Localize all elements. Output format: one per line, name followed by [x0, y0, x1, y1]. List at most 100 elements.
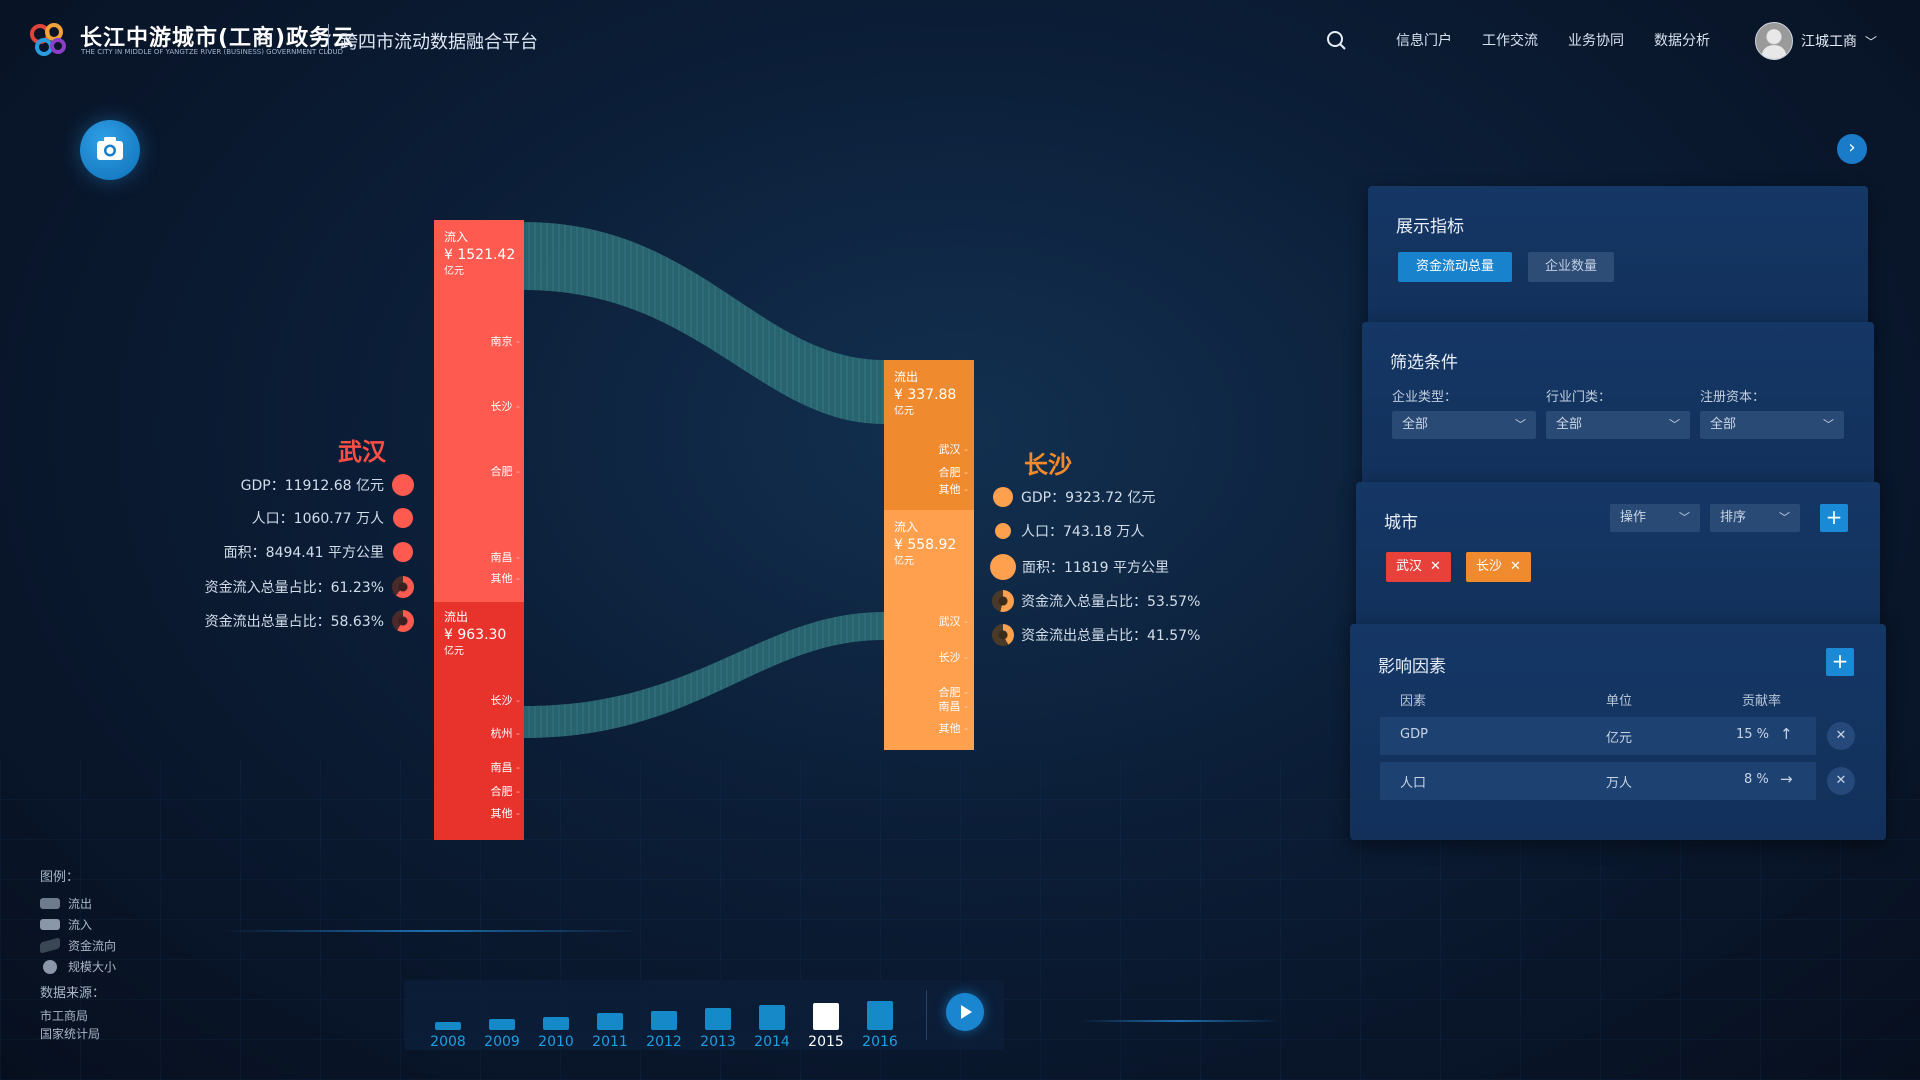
trend-right-icon: →	[1780, 770, 1793, 788]
add-city-button[interactable]: +	[1820, 504, 1848, 532]
wuhan-outflow-tick: 杭州	[470, 725, 520, 741]
year-timeline: 2008 2009 2010 2011 2012 2013 2014 2015 …	[404, 980, 1004, 1050]
wuhan-inflow-tick: 合肥	[470, 463, 520, 479]
industry-select[interactable]: 全部 ﹀	[1546, 411, 1690, 439]
changsha-inflow-label: 流入 ¥ 558.92 亿元	[894, 520, 957, 567]
play-button[interactable]	[946, 993, 984, 1031]
size-dot	[995, 523, 1011, 539]
field-label: 行业门类：	[1546, 390, 1612, 405]
timeline-year[interactable]: 2013	[691, 1008, 745, 1050]
size-dot	[993, 487, 1013, 507]
ratio-ring-icon	[392, 576, 414, 598]
data-source: 数据来源： 市工商局 国家统计局	[40, 985, 105, 1043]
trend-up-icon: ↑	[1780, 725, 1793, 743]
enterprise-count-button[interactable]: 企业数量	[1528, 252, 1615, 282]
wuhan-inflow-tick: 南昌	[470, 549, 520, 565]
year-bar	[435, 1022, 461, 1030]
panel-title: 筛选条件	[1390, 353, 1458, 373]
year-bar	[705, 1008, 731, 1030]
operation-select[interactable]: 操作 ﹀	[1610, 504, 1700, 532]
close-icon[interactable]: ✕	[1510, 559, 1521, 574]
cell-unit: 亿元	[1606, 731, 1633, 746]
field-label: 企业类型：	[1392, 390, 1458, 405]
cell-rate: 8 %	[1744, 772, 1769, 787]
changsha-stat-outflow-share: 资金流出总量占比：41.57%	[992, 624, 1200, 646]
wuhan-stat-outflow-share: 资金流出总量占比：58.63%	[205, 610, 414, 632]
year-bar	[813, 1003, 839, 1030]
enterprise-type-select[interactable]: 全部 ﹀	[1392, 411, 1536, 439]
chevron-down-icon: ﹀	[1823, 418, 1834, 431]
add-factor-button[interactable]: +	[1826, 648, 1854, 676]
ratio-ring-icon	[392, 610, 414, 632]
chevron-down-icon: ﹀	[1669, 418, 1680, 431]
city-panel: 城市 操作 ﹀ 排序 ﹀ + 武汉 ✕ 长沙 ✕	[1356, 482, 1880, 632]
flow-ribbon-changsha-to-wuhan	[524, 612, 884, 738]
table-header-rate: 贡献率	[1742, 694, 1782, 709]
size-dot	[393, 542, 413, 562]
legend: 图例： 流出 流入 资金流向 规模大小	[40, 866, 116, 977]
legend-item: 流入	[40, 914, 116, 935]
wuhan-stat-area: 面积：8494.41 平方公里	[224, 542, 414, 562]
legend-item: 流出	[40, 893, 116, 914]
table-row[interactable]: GDP 亿元 15 % ↑	[1380, 717, 1816, 755]
flow-ribbon-wuhan-to-changsha	[524, 222, 884, 424]
timeline-year[interactable]: 2009	[475, 1019, 529, 1050]
source-title: 数据来源：	[40, 986, 106, 1001]
legend-size-dot	[43, 959, 57, 974]
changsha-inflow-tick: 武汉	[918, 613, 968, 629]
wuhan-city-name: 武汉	[338, 438, 386, 466]
changsha-stat-gdp: GDP：9323.72 亿元	[992, 487, 1155, 507]
changsha-stat-population: 人口：743.18 万人	[992, 521, 1144, 541]
changsha-inflow-tick: 南昌	[918, 698, 968, 714]
close-icon[interactable]: ✕	[1430, 559, 1441, 574]
changsha-outflow-tick: 合肥	[918, 464, 968, 480]
timeline-year[interactable]: 2014	[745, 1005, 799, 1050]
panel-title: 城市	[1384, 513, 1418, 533]
year-bar	[543, 1017, 569, 1030]
legend-flow-swatch	[40, 937, 60, 954]
changsha-stat-inflow-share: 资金流入总量占比：53.57%	[992, 590, 1200, 612]
sort-select[interactable]: 排序 ﹀	[1710, 504, 1800, 532]
wuhan-stat-population: 人口：1060.77 万人	[252, 508, 414, 528]
year-bar	[597, 1013, 623, 1030]
city-tag-changsha[interactable]: 长沙 ✕	[1466, 552, 1531, 582]
chevron-down-icon: ﹀	[1679, 511, 1690, 524]
delete-factor-button[interactable]: ✕	[1827, 767, 1855, 795]
legend-item: 资金流向	[40, 935, 116, 956]
legend-inflow-swatch	[40, 919, 60, 930]
capital-select[interactable]: 全部 ﹀	[1700, 411, 1844, 439]
timeline-year-active[interactable]: 2015	[799, 1003, 853, 1050]
changsha-inflow-tick: 长沙	[918, 649, 968, 665]
year-bar	[759, 1005, 785, 1030]
cell-factor: GDP	[1400, 727, 1428, 742]
legend-outflow-swatch	[40, 898, 60, 909]
changsha-outflow-label: 流出 ¥ 337.88 亿元	[894, 370, 957, 417]
legend-title: 图例：	[40, 870, 80, 885]
table-header-factor: 因素	[1400, 694, 1427, 709]
panel-title: 影响因素	[1378, 657, 1446, 677]
timeline-year[interactable]: 2011	[583, 1013, 637, 1050]
display-indicator-panel: 展示指标 资金流动总量 企业数量	[1368, 186, 1868, 326]
timeline-year[interactable]: 2008	[421, 1022, 475, 1050]
timeline-year[interactable]: 2010	[529, 1017, 583, 1050]
size-dot	[392, 474, 414, 496]
changsha-outflow-tick: 其他	[918, 481, 968, 497]
timeline-year[interactable]: 2012	[637, 1011, 691, 1050]
wuhan-inflow-tick: 南京	[470, 333, 520, 349]
size-dot	[393, 508, 413, 528]
ratio-ring-icon	[992, 590, 1014, 612]
wuhan-outflow-tick: 南昌	[470, 759, 520, 775]
source-item: 国家统计局	[40, 1027, 101, 1041]
capital-flow-button[interactable]: 资金流动总量	[1398, 252, 1513, 282]
delete-factor-button[interactable]: ✕	[1827, 722, 1855, 750]
timeline-divider	[926, 990, 927, 1040]
year-bar	[489, 1019, 515, 1030]
cell-rate: 15 %	[1736, 727, 1770, 742]
cell-factor: 人口	[1400, 776, 1427, 791]
legend-item: 规模大小	[40, 956, 116, 977]
panel-title: 展示指标	[1396, 217, 1464, 237]
city-tag-wuhan[interactable]: 武汉 ✕	[1386, 552, 1451, 582]
timeline-year[interactable]: 2016	[853, 1001, 907, 1050]
wuhan-inflow-tick: 长沙	[470, 398, 520, 414]
table-row[interactable]: 人口 万人 8 % →	[1380, 762, 1816, 800]
